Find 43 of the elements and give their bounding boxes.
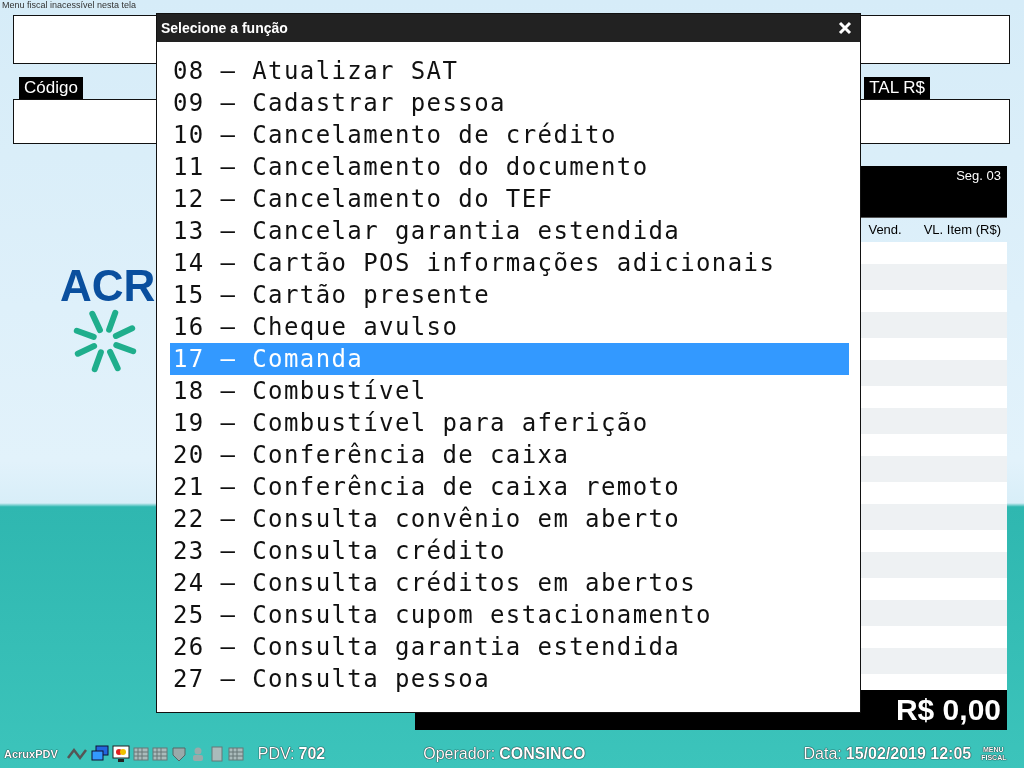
close-icon[interactable] [838,21,852,35]
column-header: VL. Item (R$) [923,222,1001,237]
grid-icon[interactable] [151,746,168,762]
function-item[interactable]: 08 – Atualizar SAT [170,55,849,87]
function-item[interactable]: 21 – Conferência de caixa remoto [170,471,849,503]
pdv-number: 702 [298,745,326,763]
date-time: 15/02/2019 12:05 [845,745,972,763]
code-label: Código [19,77,83,99]
function-item[interactable]: 13 – Cancelar garantia estendida [170,215,849,247]
segment-text: Seg. 03 [956,167,1001,185]
function-item[interactable]: 18 – Combustível [170,375,849,407]
function-item[interactable]: 20 – Conferência de caixa [170,439,849,471]
app-name: AcruxPDV [4,748,58,760]
total-label: TAL R$ [864,77,930,99]
function-item[interactable]: 15 – Cartão presente [170,279,849,311]
function-item[interactable]: 14 – Cartão POS informações adicionais [170,247,849,279]
function-item[interactable]: 16 – Cheque avulso [170,311,849,343]
starburst-icon [72,308,138,374]
dialog-title: Selecione a função [161,20,288,36]
function-item[interactable]: 23 – Consulta crédito [170,535,849,567]
function-item[interactable]: 27 – Consulta pessoa [170,663,849,695]
pdv-label: PDV: [257,745,295,763]
function-item[interactable]: 22 – Consulta convênio em aberto [170,503,849,535]
operator-label: Operador: [423,745,496,763]
grid-icon[interactable] [227,746,244,762]
operator-name: CONSINCO [499,745,586,763]
function-item[interactable]: 10 – Cancelamento de crédito [170,119,849,151]
shield-icon[interactable] [170,746,187,762]
function-item[interactable]: 24 – Consulta créditos em abertos [170,567,849,599]
function-item[interactable]: 09 – Cadastrar pessoa [170,87,849,119]
function-item[interactable]: 26 – Consulta garantia estendida [170,631,849,663]
notice-text: Menu fiscal inacessível nesta tela [1,0,138,12]
file-icon[interactable] [208,746,225,762]
computer-icon[interactable] [90,745,109,763]
subtotal-value: R$ 0,00 [895,693,1001,727]
function-item[interactable]: 25 – Consulta cupom estacionamento [170,599,849,631]
date-label: Data: [803,745,842,763]
function-item[interactable]: 12 – Cancelamento do TEF [170,183,849,215]
monitor-icon[interactable] [111,745,130,763]
logo-text: ACR [60,264,156,308]
function-item[interactable]: 11 – Cancelamento do documento [170,151,849,183]
function-item[interactable]: 19 – Combustível para aferição [170,407,849,439]
column-header: Vend. [868,222,902,237]
